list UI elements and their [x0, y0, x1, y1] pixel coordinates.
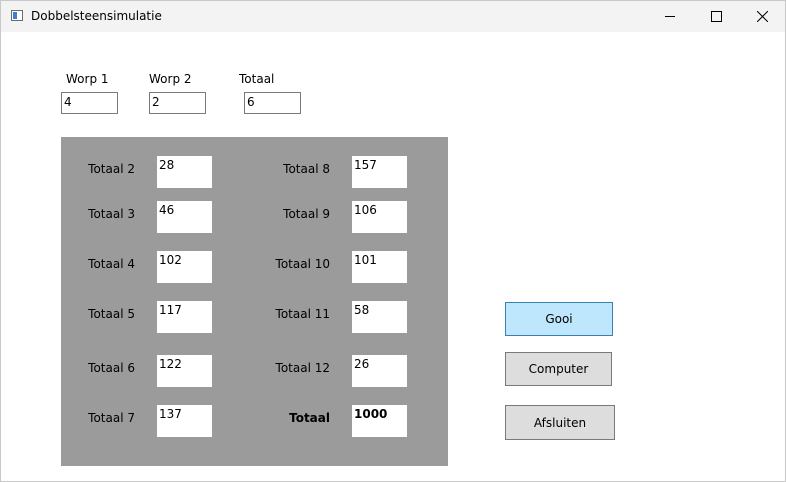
- app-icon: [11, 10, 23, 21]
- close-icon: [756, 11, 768, 22]
- stat-field-totaal-12[interactable]: 26: [351, 354, 408, 388]
- afsluiten-button[interactable]: Afsluiten: [505, 405, 615, 440]
- minimize-button[interactable]: [647, 1, 693, 32]
- stat-label-totaal-11: Totaal 11: [275, 307, 330, 321]
- worp2-field[interactable]: 2: [149, 92, 206, 114]
- stat-field-totaal-sum[interactable]: 1000: [351, 404, 408, 438]
- stat-label-totaal-4: Totaal 4: [88, 257, 135, 271]
- title-bar[interactable]: Dobbelsteensimulatie: [1, 1, 785, 32]
- stat-field-totaal-4[interactable]: 102: [156, 250, 213, 284]
- stat-field-totaal-11[interactable]: 58: [351, 300, 408, 334]
- stat-field-totaal-7[interactable]: 137: [156, 404, 213, 438]
- computer-button[interactable]: Computer: [505, 352, 612, 386]
- stat-field-totaal-5[interactable]: 117: [156, 300, 213, 334]
- stat-label-totaal-10: Totaal 10: [275, 257, 330, 271]
- stat-label-totaal-9: Totaal 9: [283, 207, 330, 221]
- stat-label-totaal-7: Totaal 7: [88, 411, 135, 425]
- stat-field-totaal-9[interactable]: 106: [351, 200, 408, 234]
- statistics-panel: Totaal 2 28 Totaal 3 46 Totaal 4 102 Tot…: [61, 137, 448, 466]
- totaal-label: Totaal: [239, 72, 275, 86]
- totaal-field[interactable]: 6: [244, 92, 301, 114]
- stat-field-totaal-3[interactable]: 46: [156, 200, 213, 234]
- gooi-button[interactable]: Gooi: [505, 302, 613, 336]
- worp1-field[interactable]: 4: [61, 92, 118, 114]
- stat-field-totaal-6[interactable]: 122: [156, 354, 213, 388]
- close-button[interactable]: [739, 1, 785, 32]
- maximize-icon: [710, 11, 722, 22]
- stat-field-totaal-10[interactable]: 101: [351, 250, 408, 284]
- stat-label-totaal-5: Totaal 5: [88, 307, 135, 321]
- worp1-label: Worp 1: [66, 72, 109, 86]
- maximize-button[interactable]: [693, 1, 739, 32]
- stat-label-totaal-sum: Totaal: [289, 411, 330, 425]
- stat-label-totaal-6: Totaal 6: [88, 361, 135, 375]
- window-title: Dobbelsteensimulatie: [31, 9, 162, 23]
- stat-field-totaal-2[interactable]: 28: [156, 155, 213, 189]
- stat-label-totaal-2: Totaal 2: [88, 162, 135, 176]
- main-window: Dobbelsteensimulatie Worp 1 4 Worp 2 2 T…: [0, 0, 786, 482]
- worp2-label: Worp 2: [149, 72, 192, 86]
- stat-label-totaal-8: Totaal 8: [283, 162, 330, 176]
- stat-label-totaal-3: Totaal 3: [88, 207, 135, 221]
- stat-label-totaal-12: Totaal 12: [275, 361, 330, 375]
- stat-field-totaal-8[interactable]: 157: [351, 155, 408, 189]
- minimize-icon: [664, 16, 675, 17]
